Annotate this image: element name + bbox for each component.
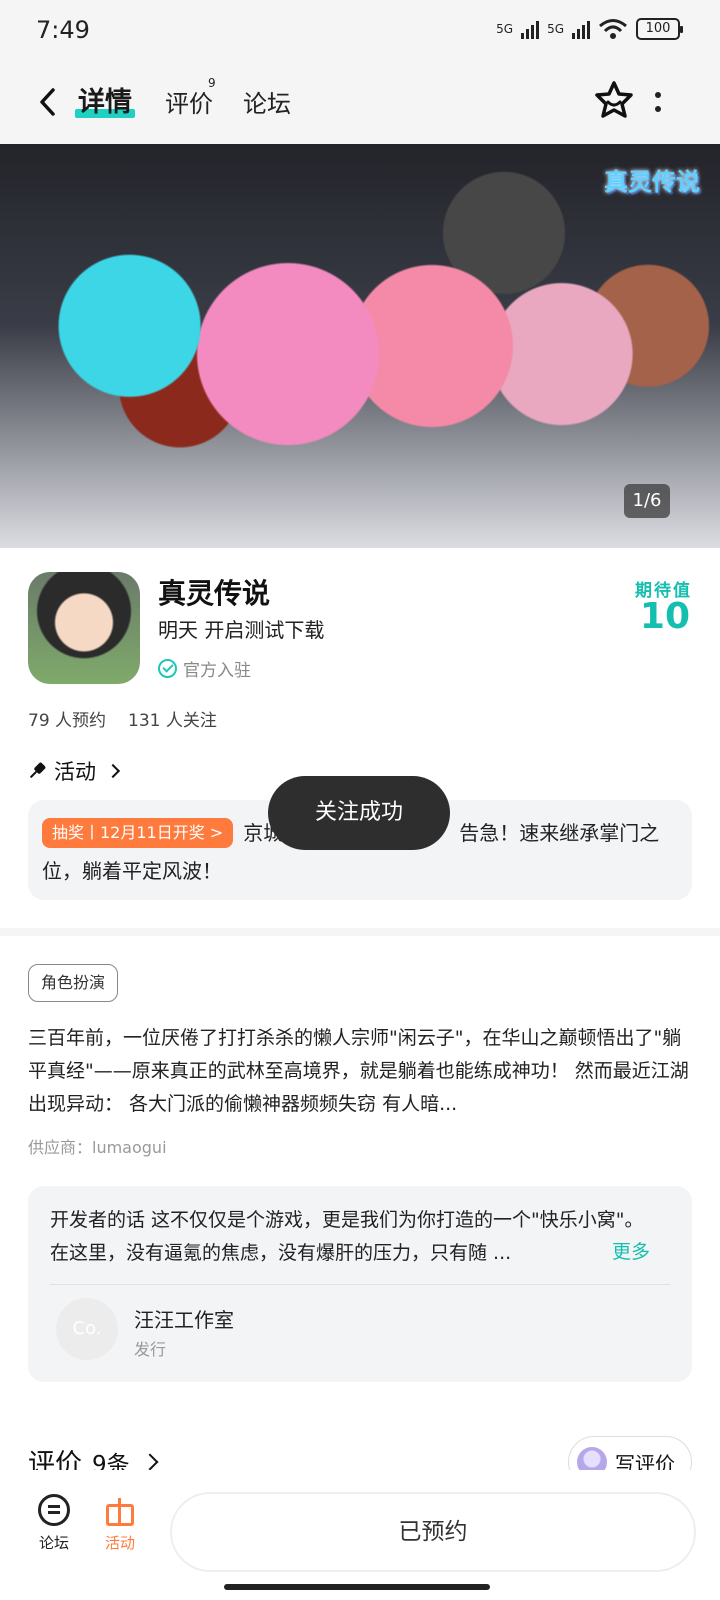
- lottery-tag[interactable]: 抽奖丨12月11日开奖 >: [42, 818, 234, 848]
- game-description[interactable]: 三百年前，一位厌倦了打打杀杀的懒人宗师"闲云子"，在华山之巅顿悟出了"躺平真经"…: [28, 1022, 692, 1121]
- supplier-label: 供应商：lumaogui: [28, 1138, 167, 1157]
- favorite-button[interactable]: [592, 78, 636, 122]
- chevron-left-icon: [40, 88, 55, 116]
- star-icon: [595, 81, 633, 118]
- network-label-2: 5G: [547, 22, 564, 36]
- chevron-right-icon: [105, 763, 121, 779]
- expect-value: 10: [639, 596, 690, 637]
- reservation-count: 79 人预约: [28, 711, 107, 731]
- status-time: 7:49: [36, 16, 90, 44]
- status-bar: 7:49 5G 5G 100: [0, 0, 720, 64]
- battery-icon: 100: [636, 18, 683, 40]
- banner-carousel[interactable]: 真灵传说 1/6: [0, 144, 720, 548]
- game-icon: [28, 572, 140, 684]
- forum-icon: [38, 1494, 70, 1526]
- signal-icon: [521, 19, 540, 39]
- bottom-bar: 论坛 活动 已预约: [0, 1470, 720, 1600]
- signal-icon-2: [572, 19, 590, 39]
- more-button[interactable]: [636, 82, 680, 122]
- official-badge: 官方入驻: [158, 656, 251, 681]
- more-vertical-icon: [655, 92, 661, 98]
- network-label: 5G: [496, 22, 514, 36]
- activity-header[interactable]: 活动: [28, 756, 121, 786]
- tab-details[interactable]: 详情: [75, 80, 135, 119]
- gift-icon: [104, 1494, 136, 1526]
- bottom-forum-label: 论坛: [38, 1534, 69, 1552]
- chevron-right-icon: [141, 1453, 159, 1470]
- top-navigation: 详情 评价 9 论坛: [0, 64, 720, 144]
- developer-name[interactable]: 汪汪工作室: [134, 1304, 234, 1333]
- game-title: 真灵传说: [158, 577, 271, 610]
- check-circle-icon: [158, 659, 177, 678]
- pin-icon: [24, 758, 49, 783]
- section-divider: [0, 928, 720, 936]
- bottom-activity-button[interactable]: 活动: [90, 1494, 150, 1553]
- developer-divider: [50, 1284, 670, 1285]
- more-link[interactable]: 更多: [608, 1237, 651, 1264]
- status-icons: 5G 5G 100: [496, 18, 683, 40]
- wifi-icon: [599, 19, 627, 39]
- tab-details-label: 详情: [78, 87, 132, 118]
- genre-tag[interactable]: 角色扮演: [28, 964, 119, 1002]
- bottom-activity-label: 活动: [104, 1534, 135, 1552]
- reserved-button[interactable]: 已预约: [170, 1492, 696, 1572]
- developer-text: 开发者的话 这不仅仅是个游戏，更是我们为你打造的一个"快乐小窝"。在这里，没有逼…: [50, 1209, 644, 1264]
- activity-title: 活动: [54, 760, 96, 784]
- developer-card[interactable]: 开发者的话 这不仅仅是个游戏，更是我们为你打造的一个"快乐小窝"。在这里，没有逼…: [28, 1186, 692, 1382]
- back-button[interactable]: [28, 82, 68, 122]
- tab-reviews-badge: 9: [208, 76, 216, 90]
- banner-counter: 1/6: [624, 484, 670, 518]
- developer-avatar[interactable]: Co.: [56, 1298, 118, 1360]
- game-subtitle: 明天 开启测试下载: [158, 618, 325, 642]
- bottom-forum-button[interactable]: 论坛: [24, 1494, 84, 1553]
- banner-logo: 真灵传说: [604, 168, 700, 196]
- stats-row: 79 人预约 131 人关注: [28, 706, 217, 731]
- toast-message: 关注成功: [268, 776, 450, 850]
- tab-forum[interactable]: 论坛: [243, 84, 291, 119]
- developer-role: 发行: [134, 1340, 167, 1359]
- follower-count: 131 人关注: [128, 711, 217, 731]
- official-label: 官方入驻: [183, 661, 251, 681]
- home-indicator[interactable]: [224, 1584, 490, 1590]
- tab-reviews[interactable]: 评价: [165, 84, 213, 119]
